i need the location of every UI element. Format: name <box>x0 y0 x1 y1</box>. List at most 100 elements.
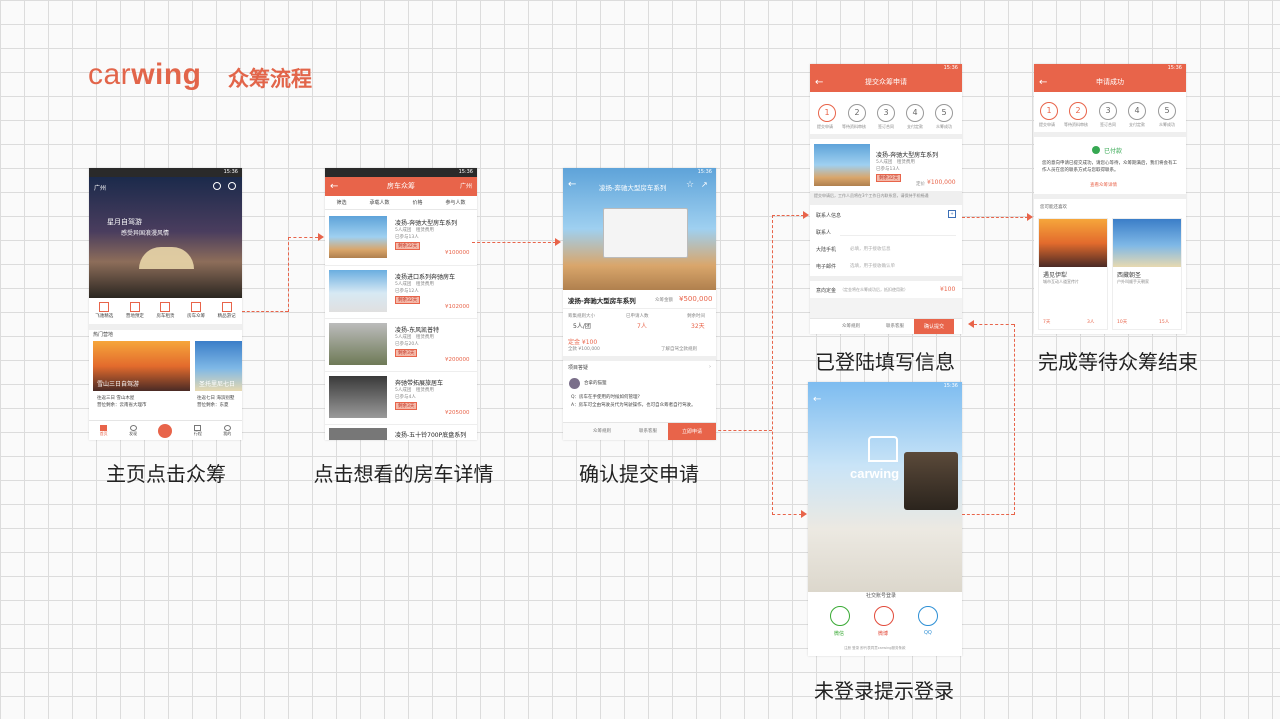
rv-thumbnail <box>329 428 387 440</box>
cat-rent[interactable]: 房车租赁 <box>156 301 174 319</box>
banner-subtitle: 感受异国浪漫风情 <box>121 230 170 237</box>
list-item[interactable]: 凌扬进口系列奔驰房车 5人成团 租赁费用 已参与12人 剩余32天 ¥10200… <box>325 265 477 317</box>
list-item[interactable]: 奔驰带拓展旅居车 5人成团 租赁费用 已参与4人 剩余3天 ¥205000 <box>325 371 477 423</box>
detail-hero-title: 凌扬-奔驰大型房车系列 <box>599 184 667 192</box>
search-icon[interactable] <box>228 182 236 190</box>
category-row: 飞驰精选 营地预定 房车租赁 房车众筹 精品游记 <box>89 298 242 322</box>
login-screen: 15:36 ← carwing 社交账号登录 微信 微博 QQ 注册 登录 即代… <box>808 382 962 656</box>
stat-label: 剩余时间 <box>687 314 705 319</box>
weibo-icon[interactable] <box>874 606 894 626</box>
list-item[interactable]: 凌扬-五十铃700P底盘系列 <box>325 424 477 440</box>
message-icon[interactable] <box>213 182 221 190</box>
qa-answer: A：房车可全由驾驶员代为驾驶操作，也可自众筹者自行驾驶。 <box>571 403 696 408</box>
fee-label: 租赁费用 <box>415 228 434 233</box>
home-banner[interactable]: 广州 星月自驾游 感受异国浪漫风情 <box>89 177 242 298</box>
tab-discover[interactable]: 发现 <box>129 424 137 437</box>
arrow-left-icon <box>968 320 974 328</box>
divider <box>563 308 716 309</box>
city-selector[interactable]: 广州 <box>94 183 106 192</box>
contact-name-input[interactable] <box>840 226 956 236</box>
divider <box>810 134 962 139</box>
payment-status: 已付款 <box>1104 148 1123 155</box>
avatar <box>569 378 580 389</box>
list-item[interactable]: 凌扬-奔驰大型房车系列 5人成团 租赁费用 已参与13人 剩余32天 ¥1000… <box>325 212 477 264</box>
rv-price: ¥200000 <box>445 357 470 363</box>
flow-connector <box>772 514 802 515</box>
contact-name-label: 联系人 <box>816 230 832 236</box>
camp-card-2-title: 圣托里尼七日 <box>199 381 236 388</box>
tab-center-camera[interactable] <box>158 423 173 438</box>
status-bar: 15:36 <box>943 383 958 389</box>
step-2: 2 <box>1069 102 1087 120</box>
rules-button[interactable]: 众筹规则 <box>593 428 611 434</box>
back-arrow-icon[interactable]: ← <box>813 394 821 405</box>
camp-card-1[interactable]: 雪山三日自驾游 <box>93 341 190 391</box>
terms-text[interactable]: 注册 登录 即代表同意carwing服务条款 <box>844 646 906 651</box>
stat-label: 已申请人数 <box>626 314 649 319</box>
confirm-submit-button[interactable]: 确认提交 <box>914 319 954 334</box>
stat-remaining: 32天 <box>691 323 705 330</box>
rv-name: 凌扬-奔驰大型房车系列 <box>395 220 458 227</box>
flow-connector <box>962 217 1028 218</box>
filter-all[interactable]: 筛选 <box>336 199 346 206</box>
view-details-link[interactable]: 查看众筹详情 <box>1090 182 1117 188</box>
camp-card-2[interactable]: 圣托里尼七日 <box>195 341 242 391</box>
flow-connector <box>974 324 1014 325</box>
tab-mine[interactable]: 我的 <box>223 424 231 437</box>
list-title: 房车众筹 <box>387 182 415 190</box>
deposit-hint: （定金将在众筹成功后，抵扣使用款） <box>840 287 908 292</box>
tent-graphic <box>139 247 194 269</box>
recommend-card-2[interactable]: 西藏朝圣 户外叫顺手天朝家 10天 15人 <box>1112 218 1182 330</box>
qq-icon[interactable] <box>918 606 938 626</box>
full-price: 全款 ¥100,000 <box>568 347 600 352</box>
share-icon[interactable]: ↗ <box>701 180 708 189</box>
phone-input[interactable]: 必填，用于接收信息 <box>850 246 891 252</box>
filter-bar: 筛选 承载人数 价格 参与人数 <box>325 196 477 210</box>
back-arrow-icon[interactable]: ← <box>330 177 338 196</box>
cat-camp[interactable]: 营地预定 <box>126 301 144 319</box>
filter-price[interactable]: 价格 <box>412 199 422 206</box>
back-arrow-icon[interactable]: ← <box>568 179 576 190</box>
flow-title: 众筹流程 <box>228 67 312 91</box>
tab-trip[interactable]: 行程 <box>194 424 202 437</box>
rv-thumbnail <box>329 323 387 365</box>
arrow-right-icon <box>801 510 807 518</box>
contact-button[interactable]: 联系客服 <box>886 323 904 329</box>
recommend-card-1[interactable]: 遇见伊犁 城市互动人道宣传片 7天 3人 <box>1038 218 1108 330</box>
favorite-icon[interactable]: ☆ <box>686 180 694 190</box>
success-title: 申请成功 <box>1096 78 1124 86</box>
rules-link[interactable]: 了解自驾全款规则 <box>661 346 697 352</box>
card-subtitle: 户外叫顺手天朝家 <box>1117 279 1149 284</box>
tab-home[interactable]: 首页 <box>100 424 108 437</box>
back-arrow-icon[interactable]: ← <box>815 73 823 92</box>
card-title: 西藏朝圣 <box>1117 272 1142 279</box>
contact-button[interactable]: 联系客服 <box>639 428 657 434</box>
email-label: 电子邮件 <box>816 264 837 270</box>
back-arrow-icon[interactable]: ← <box>1039 73 1047 92</box>
city-selector[interactable]: 广州 <box>460 177 472 196</box>
cat-featured[interactable]: 飞驰精选 <box>95 301 113 319</box>
email-input[interactable]: 选填，用于接收确认单 <box>850 263 895 269</box>
caption-form: 已登陆填写信息 <box>815 350 955 374</box>
rules-button[interactable]: 众筹规则 <box>842 323 860 329</box>
chevron-right-icon[interactable]: › <box>709 364 711 370</box>
detail-screen: 15:36 ← 凌扬-奔驰大型房车系列 ☆ ↗ 凌扬-奔驰大型房车系列 众筹金额… <box>563 168 716 440</box>
cat-crowdfund[interactable]: 房车众筹 <box>187 301 205 319</box>
list-item[interactable]: 凌扬-东风凯普特 5人成团 租赁费用 已参与20人 剩余3天 ¥200000 <box>325 318 477 370</box>
filter-participants[interactable]: 参与人数 <box>445 199 465 206</box>
hot-camps-heading: 热门营地 <box>93 332 114 338</box>
apply-now-button[interactable]: 立即申请 <box>668 423 716 440</box>
cat-notes[interactable]: 精品游记 <box>218 301 236 319</box>
remaining-badge: 剩余32天 <box>395 296 421 304</box>
form-screen: 15:36 ← 提交众筹申请 1 2 3 4 5 提交申请 等待资料审核 签订合… <box>810 64 962 334</box>
status-bar: 15:36 <box>1034 64 1186 73</box>
success-message: 您的意向申请已提交成功，请您心等待，众筹期满后，我们将会有工作人员在您的联系方式… <box>1042 161 1177 173</box>
list-screen: 15:36 ← 房车众筹 广州 筛选 承载人数 价格 参与人数 凌扬-奔驰大型房… <box>325 168 477 440</box>
contact-book-icon[interactable]: + <box>948 210 956 218</box>
wechat-icon[interactable] <box>830 606 850 626</box>
participants: 已参与20人 <box>395 342 419 347</box>
rv-price: ¥205000 <box>445 410 470 416</box>
spacer <box>810 298 962 318</box>
filter-capacity[interactable]: 承载人数 <box>369 199 389 206</box>
list-nav-bar: ← 房车众筹 广州 <box>325 177 477 196</box>
